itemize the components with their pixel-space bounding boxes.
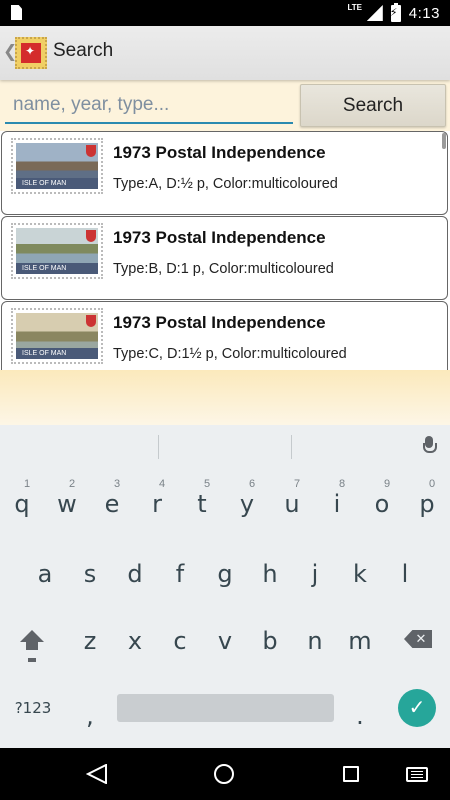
- key-k[interactable]: k: [348, 560, 372, 588]
- key-x[interactable]: x: [123, 627, 147, 655]
- background-area: [0, 370, 450, 425]
- stamp-caption: ISLE OF MAN: [16, 263, 98, 274]
- clock: 4:13: [408, 4, 440, 22]
- key-f[interactable]: f: [168, 560, 192, 588]
- key-v[interactable]: v: [213, 627, 237, 655]
- search-button[interactable]: Search: [300, 84, 446, 127]
- key-hint: 1: [24, 478, 31, 490]
- list-item[interactable]: ISLE OF MAN 1973 Postal Independence Typ…: [1, 131, 448, 215]
- stamp-thumbnail: ISLE OF MAN: [11, 308, 103, 364]
- key-y[interactable]: y: [235, 490, 259, 518]
- key-hint: 9: [384, 478, 391, 490]
- key-m[interactable]: m: [348, 627, 372, 655]
- action-bar: ❮ Search: [0, 26, 450, 80]
- stamp-caption: ISLE OF MAN: [16, 178, 98, 189]
- results-list[interactable]: ISLE OF MAN 1973 Postal Independence Typ…: [0, 131, 450, 370]
- key-hint: 4: [159, 478, 166, 490]
- enter-key[interactable]: ✓: [398, 689, 436, 727]
- comma-key[interactable]: ,: [80, 702, 100, 730]
- space-key[interactable]: [117, 694, 334, 722]
- symbols-key[interactable]: ?123: [8, 699, 58, 717]
- key-s[interactable]: s: [78, 560, 102, 588]
- key-o[interactable]: o: [370, 490, 394, 518]
- result-details: Type:C, D:1½ p, Color:multicoloured: [113, 346, 347, 362]
- list-item[interactable]: ISLE OF MAN 1973 Postal Independence Typ…: [1, 216, 448, 300]
- key-hint: 8: [339, 478, 346, 490]
- key-p[interactable]: p: [415, 490, 439, 518]
- key-d[interactable]: d: [123, 560, 147, 588]
- stamp-image: ISLE OF MAN: [16, 313, 98, 359]
- suggestion-divider: [158, 435, 159, 459]
- stamp-image: ISLE OF MAN: [16, 228, 98, 274]
- key-hint: 3: [114, 478, 121, 490]
- key-r[interactable]: r: [145, 490, 169, 518]
- home-icon[interactable]: [214, 764, 234, 784]
- triskelion-icon: [21, 43, 41, 63]
- result-details: Type:B, D:1 p, Color:multicoloured: [113, 261, 334, 277]
- list-item[interactable]: ISLE OF MAN 1973 Postal Independence Typ…: [1, 301, 448, 370]
- page-title: Search: [53, 40, 114, 61]
- result-details: Type:A, D:½ p, Color:multicoloured: [113, 176, 338, 192]
- key-j[interactable]: j: [303, 560, 327, 588]
- crest-icon: [86, 145, 96, 157]
- key-t[interactable]: t: [190, 490, 214, 518]
- battery-charging-icon: [390, 2, 401, 22]
- result-title: 1973 Postal Independence: [113, 143, 326, 162]
- key-q[interactable]: q: [10, 490, 34, 518]
- search-input[interactable]: [5, 88, 293, 124]
- result-title: 1973 Postal Independence: [113, 313, 326, 332]
- key-z[interactable]: z: [78, 627, 102, 655]
- result-title: 1973 Postal Independence: [113, 228, 326, 247]
- key-b[interactable]: b: [258, 627, 282, 655]
- microphone-icon[interactable]: [423, 436, 437, 458]
- key-hint: 6: [249, 478, 256, 490]
- key-g[interactable]: g: [213, 560, 237, 588]
- stamp-thumbnail: ISLE OF MAN: [11, 138, 103, 194]
- key-l[interactable]: l: [393, 560, 417, 588]
- status-bar: LTE 4:13: [0, 0, 450, 26]
- suggestion-strip: [0, 425, 450, 469]
- stamp-image: ISLE OF MAN: [16, 143, 98, 189]
- key-hint: 0: [429, 478, 436, 490]
- recent-apps-icon[interactable]: [343, 766, 359, 782]
- status-icons: LTE 4:13: [347, 0, 440, 26]
- key-w[interactable]: w: [55, 490, 79, 518]
- suggestion-divider: [291, 435, 292, 459]
- crest-icon: [86, 315, 96, 327]
- key-hint: 5: [204, 478, 211, 490]
- back-icon[interactable]: [86, 764, 108, 784]
- key-e[interactable]: e: [100, 490, 124, 518]
- network-type-label: LTE: [347, 3, 362, 12]
- crest-icon: [86, 230, 96, 242]
- keyboard-switch-icon[interactable]: [406, 767, 428, 782]
- period-key[interactable]: .: [350, 702, 370, 730]
- list-scrollbar[interactable]: [442, 133, 446, 149]
- key-hint: 7: [294, 478, 301, 490]
- key-hint: 2: [69, 478, 76, 490]
- key-a[interactable]: a: [33, 560, 57, 588]
- stamp-thumbnail: ISLE OF MAN: [11, 223, 103, 279]
- signal-icon: [366, 5, 383, 21]
- stamp-caption: ISLE OF MAN: [16, 348, 98, 359]
- key-i[interactable]: i: [325, 490, 349, 518]
- key-c[interactable]: c: [168, 627, 192, 655]
- app-logo-icon[interactable]: [15, 37, 47, 69]
- key-n[interactable]: n: [303, 627, 327, 655]
- sim-card-icon: [11, 5, 22, 20]
- key-h[interactable]: h: [258, 560, 282, 588]
- shift-key-icon[interactable]: [17, 630, 47, 662]
- key-u[interactable]: u: [280, 490, 304, 518]
